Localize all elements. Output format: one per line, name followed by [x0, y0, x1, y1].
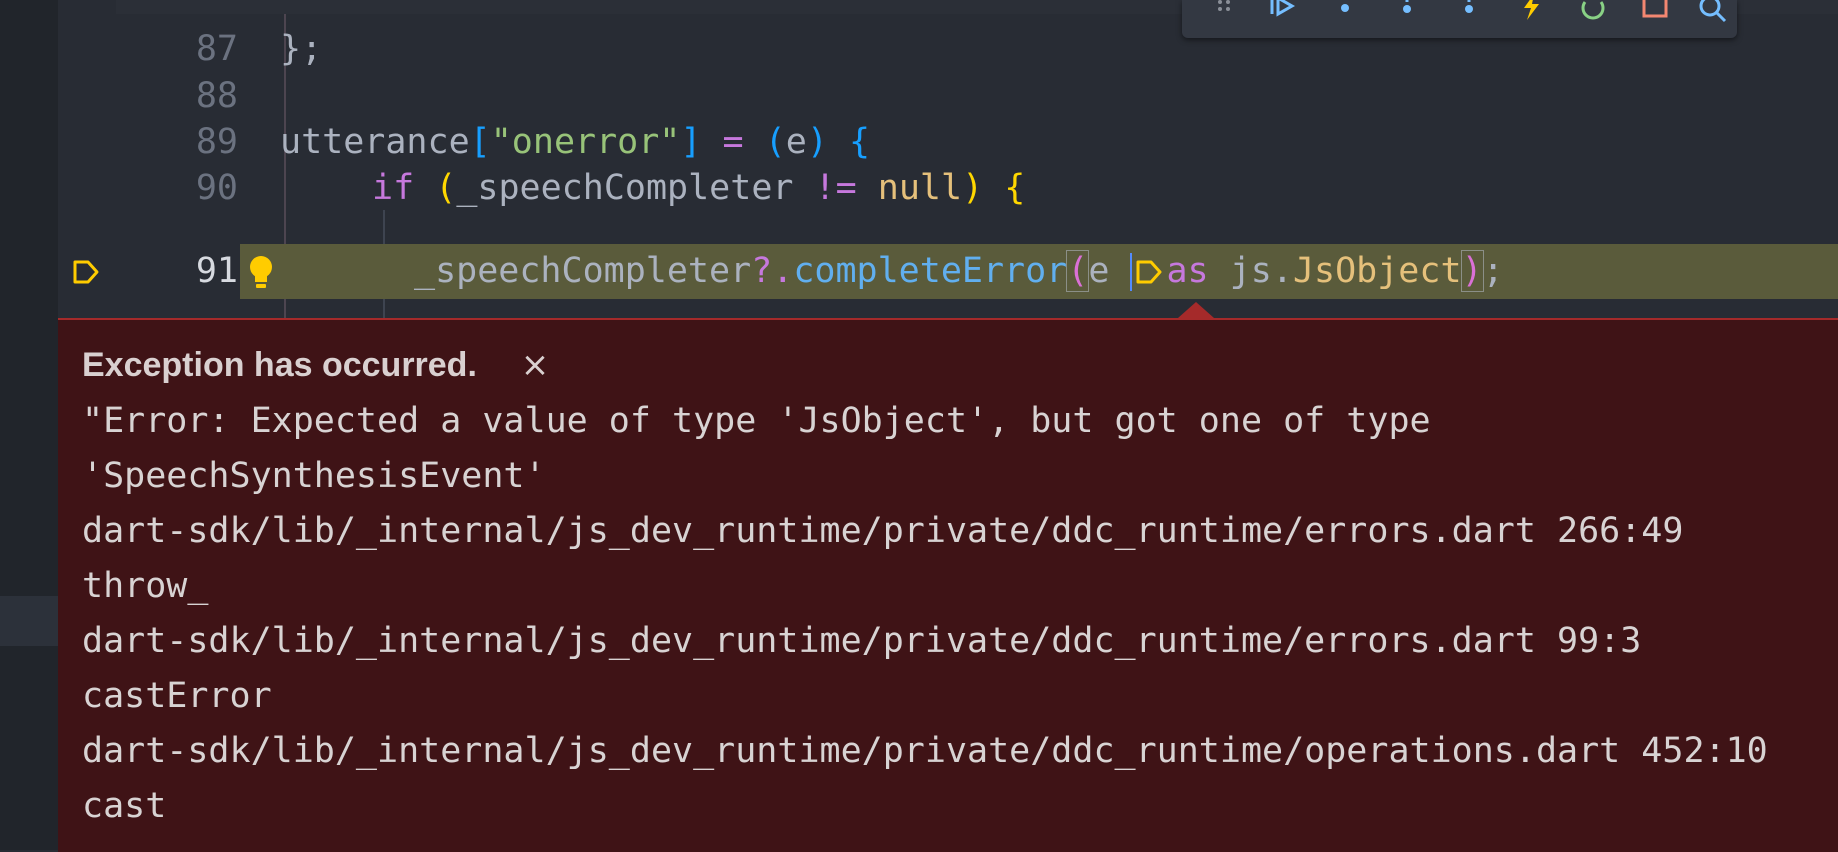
code-token: JsObject: [1292, 251, 1462, 291]
code-token: if: [372, 168, 415, 208]
code-token: as: [1166, 251, 1209, 291]
exception-widget: Exception has occurred. × "Error: Expect…: [58, 318, 1838, 852]
stack-frame-location[interactable]: dart-sdk/lib/_internal/js_dev_runtime/pr…: [82, 504, 1683, 559]
code-text: if (_speechCompleter != null) {: [372, 161, 1025, 216]
hot-reload-icon[interactable]: [1514, 0, 1548, 28]
stopped-breakpoint-icon[interactable]: [72, 258, 100, 286]
stack-frame-name: cast: [82, 786, 167, 826]
code-token: {: [1004, 168, 1026, 208]
current-execution-line[interactable]: 91 _speechCompleter?.completeError(e as …: [58, 244, 1838, 299]
code-token: (: [435, 168, 457, 208]
stack-frame-location[interactable]: dart-sdk/lib/_internal/js_dev_runtime/pr…: [82, 614, 1641, 669]
code-token: _speechCompleter: [414, 251, 752, 291]
stop-icon[interactable]: [1638, 0, 1672, 28]
code-editor[interactable]: 87 }; 88 89 utterance["onerror"] = (e) {…: [58, 0, 1838, 320]
exception-title: Exception has occurred.: [82, 346, 477, 384]
code-token: (: [1066, 250, 1090, 292]
continue-icon[interactable]: [1266, 0, 1300, 28]
code-token: ): [1460, 250, 1484, 292]
code-token: =: [701, 122, 765, 162]
code-token: ;: [1482, 251, 1504, 291]
code-token: null: [877, 168, 963, 208]
code-token: ): [806, 122, 828, 162]
code-token: e: [785, 122, 807, 162]
inline-breakpoint-icon[interactable]: [1134, 257, 1164, 287]
activity-bar-active-item[interactable]: [0, 596, 58, 646]
code-token: [: [469, 122, 491, 162]
stack-frame-location[interactable]: dart-sdk/lib/_internal/js_dev_runtime/pr…: [82, 724, 1768, 779]
code-text: _speechCompleter?.completeError(e as js.…: [414, 244, 1504, 299]
activity-bar: [0, 0, 58, 850]
exception-message: 'SpeechSynthesisEvent': [82, 456, 546, 496]
exception-peek-arrow: [1178, 302, 1214, 318]
restart-icon[interactable]: [1576, 0, 1610, 28]
text-cursor: [1130, 253, 1133, 291]
code-token: js.: [1208, 251, 1293, 291]
code-token: completeError: [793, 251, 1068, 291]
code-token: e: [1088, 251, 1131, 291]
code-token: _speechCompleter: [456, 168, 794, 208]
stack-frame-name: castError: [82, 676, 272, 716]
debug-toolbar: [1182, 0, 1737, 38]
code-token: };: [280, 29, 323, 69]
code-token: {: [849, 122, 871, 162]
line-number: 91: [195, 251, 238, 291]
code-token: ): [962, 168, 984, 208]
code-token: !=: [793, 168, 878, 208]
lightbulb-icon[interactable]: [244, 252, 278, 292]
code-line[interactable]: 90 if (_speechCompleter != null) {: [58, 161, 1838, 216]
code-token: "onerror": [490, 122, 681, 162]
step-over-icon[interactable]: [1328, 0, 1362, 28]
devtools-icon[interactable]: [1696, 0, 1730, 28]
line-number: 90: [195, 168, 238, 208]
close-button[interactable]: ×: [510, 340, 560, 390]
code-token: ?.: [751, 251, 794, 291]
step-into-icon[interactable]: [1390, 0, 1424, 28]
code-token: ]: [680, 122, 702, 162]
stack-frame-name: throw_: [82, 566, 209, 606]
code-token: (: [764, 122, 786, 162]
exception-message: "Error: Expected a value of type 'JsObje…: [82, 401, 1431, 441]
drag-handle-icon[interactable]: [1208, 0, 1242, 28]
code-token: utterance: [280, 122, 470, 162]
step-out-icon[interactable]: [1452, 0, 1486, 28]
